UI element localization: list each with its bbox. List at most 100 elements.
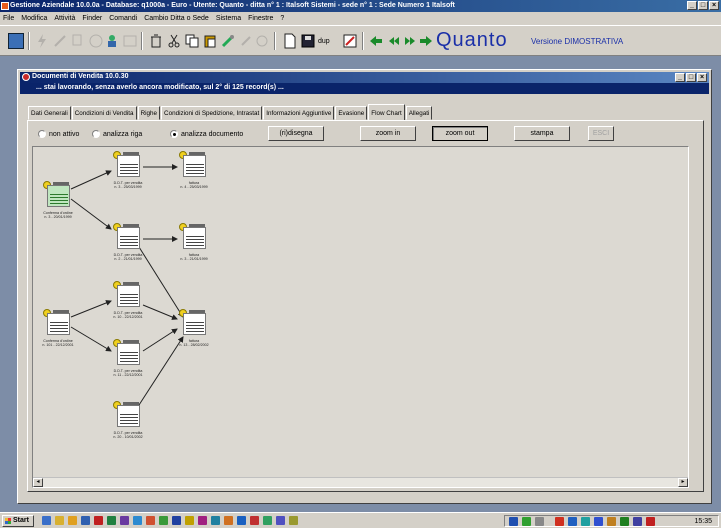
menu-sistema[interactable]: Sistema — [216, 15, 241, 25]
excel-icon[interactable] — [107, 516, 116, 525]
close-button[interactable]: × — [709, 1, 719, 10]
tray-icon[interactable] — [568, 517, 577, 526]
radio-analizza-documento[interactable]: analizza documento — [170, 130, 243, 138]
cut-line-icon[interactable] — [52, 33, 68, 49]
child-close-button[interactable]: × — [697, 73, 707, 82]
tray-icon[interactable] — [522, 517, 531, 526]
paste-icon[interactable] — [202, 33, 218, 49]
radio-non-attivo[interactable]: non attivo — [38, 130, 79, 138]
menu-file[interactable]: File — [3, 15, 14, 25]
app-icon[interactable] — [263, 516, 272, 525]
child-minimize-button[interactable]: _ — [675, 73, 685, 82]
app-icon[interactable] — [289, 516, 298, 525]
menu-modifica[interactable]: Modifica — [21, 15, 47, 25]
edit-icon[interactable] — [342, 33, 358, 49]
app-icon[interactable] — [250, 516, 259, 525]
stampa-button[interactable]: stampa — [514, 126, 570, 141]
menu-finder[interactable]: Finder — [82, 15, 102, 25]
tab-condizioni-spedizione[interactable]: Condizioni di Spedizione, Intrastat — [161, 106, 263, 120]
tab-righe[interactable]: Righe — [137, 106, 161, 120]
prev-record-icon[interactable] — [386, 33, 402, 49]
tab-flow-chart[interactable]: Flow Chart — [368, 104, 405, 120]
app-icon[interactable] — [159, 516, 168, 525]
tab-evasione[interactable]: Evasione — [335, 106, 368, 120]
app-icon[interactable] — [172, 516, 181, 525]
tab-dati-generali[interactable]: Dati Generali — [28, 106, 71, 120]
calculator-icon[interactable] — [8, 33, 24, 49]
tray-icon[interactable] — [607, 517, 616, 526]
tray-icon[interactable] — [509, 517, 518, 526]
flow-node-conferma-ordine[interactable]: Conferma d'ordine n. 101 - 22/12/2001 — [42, 309, 74, 347]
clock[interactable]: 15:35 — [694, 518, 712, 525]
flow-node-fattura[interactable]: fattura n. 4 - 25/03/1999 — [179, 151, 209, 189]
folder-icon[interactable] — [68, 516, 77, 525]
menu-comandi[interactable]: Comandi — [109, 15, 137, 25]
app-icon[interactable] — [1, 2, 9, 10]
menu-attivita[interactable]: Attività — [54, 15, 75, 25]
app-icon[interactable] — [224, 516, 233, 525]
brush-icon[interactable] — [238, 33, 254, 49]
tab-informazioni-aggiuntive[interactable]: Informazioni Aggiuntive — [263, 106, 335, 120]
tray-icon[interactable] — [535, 517, 544, 526]
radio-analizza-riga[interactable]: analizza riga — [92, 130, 142, 138]
tray-icon[interactable] — [620, 517, 629, 526]
scroll-right-icon[interactable]: ▸ — [678, 478, 688, 487]
scroll-left-icon[interactable]: ◂ — [33, 478, 43, 487]
tab-allegati[interactable]: Allegati — [405, 106, 433, 120]
explorer-icon[interactable] — [55, 516, 64, 525]
copy-icon[interactable] — [70, 33, 86, 49]
clock-icon[interactable] — [88, 33, 104, 49]
scissors-icon[interactable] — [166, 33, 182, 49]
last-record-icon[interactable] — [418, 33, 434, 49]
child-window-icon[interactable] — [22, 73, 30, 81]
maximize-button[interactable]: □ — [698, 1, 708, 10]
child-maximize-button[interactable]: □ — [686, 73, 696, 82]
people-icon[interactable] — [106, 33, 122, 49]
ie-icon[interactable] — [42, 516, 51, 525]
flow-node-ddt-vendita[interactable]: D.D.T. per vendita n. 10 - 22/12/2001 — [113, 281, 143, 319]
new-document-icon[interactable] — [282, 33, 298, 49]
app-icon[interactable] — [133, 516, 142, 525]
zoom-out-button[interactable]: zoom out — [432, 126, 488, 141]
menu-cambio-ditta[interactable]: Cambio Ditta o Sede — [144, 15, 209, 25]
app-icon[interactable] — [276, 516, 285, 525]
app-icon[interactable] — [198, 516, 207, 525]
app-icon[interactable] — [211, 516, 220, 525]
app-icon[interactable] — [185, 516, 194, 525]
menu-finestre[interactable]: Finestre — [248, 15, 273, 25]
app-icon[interactable] — [146, 516, 155, 525]
horizontal-scrollbar[interactable]: ◂ ▸ — [33, 477, 688, 487]
flow-node-ddt-vendita[interactable]: D.D.T. per vendita n. 20 - 10/01/2002 — [113, 401, 143, 439]
tab-condizioni-vendita[interactable]: Condizioni di Vendita — [71, 106, 137, 120]
zoom-in-button[interactable]: zoom in — [360, 126, 416, 141]
minimize-button[interactable]: _ — [687, 1, 697, 10]
flow-node-ddt-vendita[interactable]: D.D.T. per vendita n. 11 - 22/12/2001 — [113, 339, 143, 377]
app-icon[interactable] — [94, 516, 103, 525]
flow-node-ddt-vendita[interactable]: D.D.T. per vendita n. 2 - 21/01/1999 — [113, 223, 143, 261]
flow-node-conferma-ordine[interactable]: Conferma d'ordine n. 3 - 20/01/1999 — [43, 181, 73, 219]
flow-node-fattura[interactable]: fattura n. 13 - 28/02/2002 — [179, 309, 209, 347]
word-icon[interactable] — [81, 516, 90, 525]
tray-icon[interactable] — [633, 517, 642, 526]
esci-button[interactable]: ESCI — [588, 126, 614, 141]
delete-icon[interactable] — [148, 33, 164, 49]
link-icon[interactable] — [254, 33, 270, 49]
tray-icon[interactable] — [555, 517, 564, 526]
save-icon[interactable] — [300, 33, 316, 49]
flow-node-ddt-vendita[interactable]: D.D.T. per vendita n. 3 - 25/03/1999 — [113, 151, 143, 189]
window-icon[interactable] — [122, 33, 138, 49]
tray-icon[interactable] — [594, 517, 603, 526]
menu-help[interactable]: ? — [280, 15, 284, 25]
lightning-icon[interactable] — [34, 33, 50, 49]
ridisegna-button[interactable]: (ri)disegna — [268, 126, 324, 141]
flow-chart-canvas[interactable]: Conferma d'ordine n. 3 - 20/01/1999 D.D.… — [32, 146, 689, 488]
copy-doc-icon[interactable] — [184, 33, 200, 49]
dup-button[interactable]: dup — [318, 38, 334, 54]
next-record-icon[interactable] — [402, 33, 418, 49]
start-button[interactable]: Start — [2, 515, 34, 527]
app-icon[interactable] — [120, 516, 129, 525]
app-icon[interactable] — [237, 516, 246, 525]
flow-node-fattura[interactable]: fattura n. 3 - 21/01/1999 — [179, 223, 209, 261]
tools-icon[interactable] — [220, 33, 236, 49]
tray-icon[interactable] — [581, 517, 590, 526]
